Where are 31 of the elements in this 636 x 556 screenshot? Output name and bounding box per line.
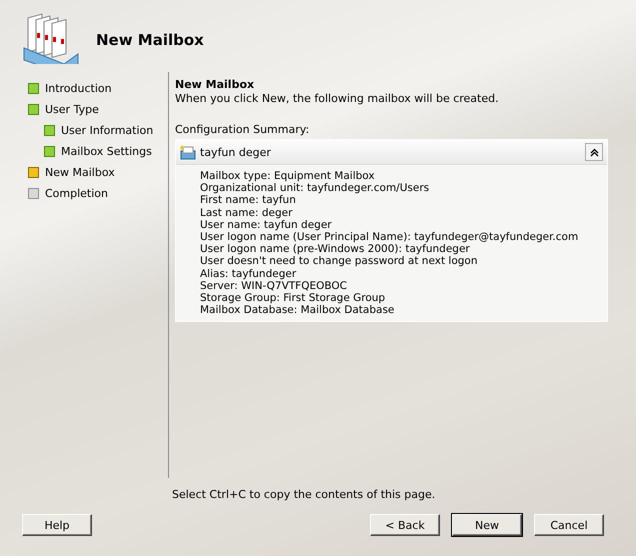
summary-line: Storage Group: First Storage Group <box>200 292 386 304</box>
summary-line: Last name: deger <box>200 206 294 219</box>
chevron-up-icon <box>590 148 598 156</box>
step-label: User Type <box>45 103 99 116</box>
summary-line: Mailbox Database: Mailbox Database <box>200 304 396 316</box>
wizard-button[interactable]: Help <box>22 514 92 536</box>
collapse-button[interactable] <box>585 143 603 161</box>
summary-line: User doesn't need to change password at next logon <box>200 255 478 268</box>
copy-hint: Select Ctrl+C to copy the contents of this page. <box>172 488 436 501</box>
step-label: Completion <box>45 187 108 200</box>
summary-line: User logon name (User Principal Name): tayfundeger@tayfundeger.com <box>200 231 580 244</box>
step-label: User Information <box>61 124 154 137</box>
step-label: New Mailbox <box>45 166 115 179</box>
wizard-button[interactable]: < Back <box>370 514 440 536</box>
summary-line: Server: WIN-Q7VTFQEOBOC <box>200 280 348 292</box>
summary-line: User logon name (pre-Windows 2000): tayfundeger <box>200 243 471 256</box>
wizard-title: New Mailbox <box>96 31 204 49</box>
step-label: Mailbox Settings <box>61 145 152 158</box>
wizard-button[interactable]: New <box>452 514 522 536</box>
summary-line: First name: tayfun <box>200 194 297 207</box>
summary-label: Configuration Summary: <box>175 123 310 136</box>
summary-line: Organizational unit: tayfundeger.com/Users <box>200 182 430 194</box>
new-mailbox-icon <box>180 144 196 160</box>
summary-title: tayfun deger <box>200 146 272 158</box>
summary-line: Alias: tayfundeger <box>200 268 298 280</box>
page-description: When you click New, the following mailbox will be created. <box>175 92 500 105</box>
wizard-button[interactable]: Cancel <box>534 514 604 536</box>
step-label: Introduction <box>45 82 112 95</box>
summary-line: User name: tayfun deger <box>200 218 333 232</box>
page-heading: New Mailbox <box>175 78 256 91</box>
summary-line: Mailbox type: Equipment Mailbox <box>200 170 376 182</box>
